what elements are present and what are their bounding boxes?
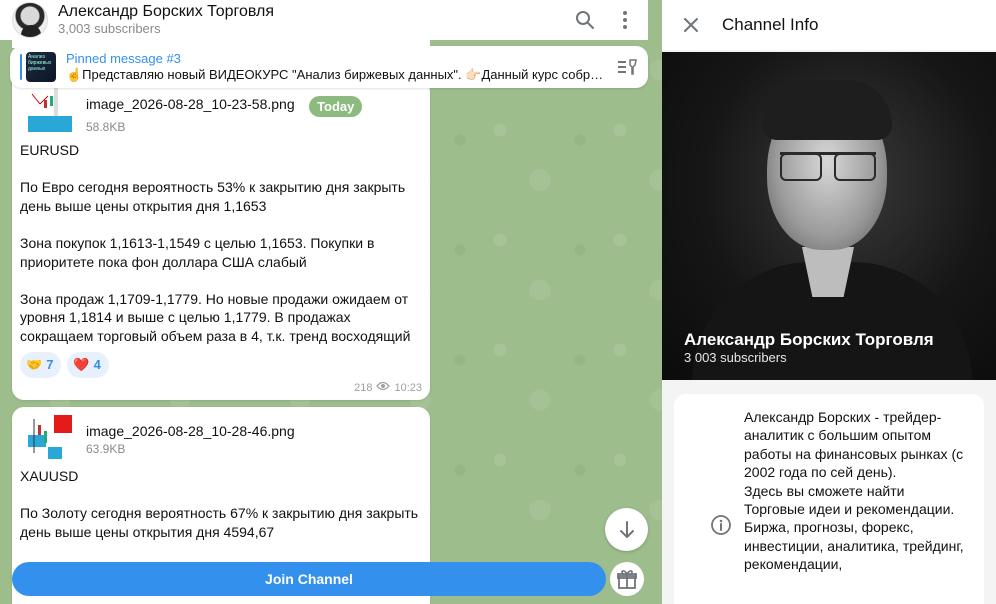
message-time: 10:23 bbox=[394, 381, 422, 394]
channel-photo[interactable]: Александр Борских Торговля 3 003 subscri… bbox=[662, 52, 996, 380]
file-thumbnail[interactable] bbox=[26, 86, 74, 134]
chat-area: Александр Борских Торговля 3,003 subscri… bbox=[0, 0, 662, 604]
message-text: XAUUSD По Золоту сегодня вероятность 67%… bbox=[20, 468, 419, 540]
info-channel-name: Александр Борских Торговля bbox=[684, 330, 934, 349]
file-info: image_2026-08-28_10-28-46.png 63.9KB bbox=[86, 413, 295, 457]
header-actions bbox=[574, 9, 636, 31]
file-thumbnail[interactable] bbox=[26, 413, 74, 461]
reactions: 🤝 7 ❤️ 4 bbox=[20, 351, 422, 378]
gift-button[interactable] bbox=[610, 562, 644, 596]
file-size: 63.9KB bbox=[86, 442, 126, 456]
arrow-down-icon bbox=[619, 520, 634, 538]
date-badge: Today bbox=[309, 96, 363, 117]
file-attachment[interactable]: image_2026-08-28_10-28-46.png 63.9KB bbox=[26, 413, 422, 461]
file-info: image_2026-08-28_10-23-58.png Today 58.8… bbox=[86, 86, 363, 135]
photo-figure-hair bbox=[762, 80, 892, 140]
info-subscribers: 3 003 subscribers bbox=[684, 350, 787, 365]
gift-icon bbox=[617, 570, 637, 589]
chat-header[interactable]: Александр Борских Торговля 3,003 subscri… bbox=[0, 0, 648, 40]
file-size: 58.8KB bbox=[86, 120, 126, 134]
info-title: Channel Info bbox=[722, 15, 819, 34]
join-channel-button[interactable]: Join Channel bbox=[12, 562, 606, 596]
message-meta: 218 10:23 bbox=[354, 381, 422, 394]
more-vertical-icon[interactable] bbox=[614, 9, 636, 31]
info-header: Channel Info bbox=[662, 0, 996, 50]
about-text: Александр Борских - трейдер-аналитик с б… bbox=[744, 409, 964, 573]
photo-figure-glasses bbox=[780, 152, 876, 181]
pinned-thumbnail: Анализ биржевых данных bbox=[26, 52, 56, 82]
channel-info-panel: Channel Info Александр Борских Торговля … bbox=[662, 0, 996, 604]
pinned-text: Pinned message #3 ☝️Представляю новый ВИ… bbox=[66, 51, 604, 83]
close-icon[interactable] bbox=[680, 14, 702, 36]
reaction-heart[interactable]: ❤️ 4 bbox=[67, 351, 109, 378]
pinned-message-bar[interactable]: Анализ биржевых данных Pinned message #3… bbox=[10, 46, 648, 88]
pinned-body: ☝️Представляю новый ВИДЕОКУРС "Анализ би… bbox=[66, 67, 604, 82]
about-card: Александр Борских - трейдер-аналитик с б… bbox=[674, 394, 984, 604]
chat-header-text[interactable]: Александр Борских Торговля 3,003 subscri… bbox=[58, 3, 274, 37]
view-count: 218 bbox=[354, 381, 373, 394]
info-icon bbox=[710, 514, 732, 536]
channel-title: Александр Борских Торговля bbox=[58, 3, 275, 20]
handshake-icon: 🤝 bbox=[26, 356, 43, 372]
photo-caption: Александр Борских Торговля 3 003 subscri… bbox=[684, 330, 934, 366]
eye-icon bbox=[376, 381, 391, 394]
scroll-down-button[interactable] bbox=[605, 508, 648, 551]
pinned-indicator bbox=[20, 54, 22, 80]
message-text: EURUSD По Евро сегодня вероятность 53% к… bbox=[20, 142, 411, 344]
reaction-count: 4 bbox=[93, 357, 101, 373]
search-icon[interactable] bbox=[574, 9, 596, 31]
channel-avatar[interactable] bbox=[12, 2, 48, 38]
heart-icon: ❤️ bbox=[73, 356, 90, 372]
pin-list-icon[interactable] bbox=[614, 54, 640, 80]
subscriber-count: 3,003 subscribers bbox=[58, 21, 161, 36]
reaction-count: 7 bbox=[46, 357, 54, 373]
pinned-title: Pinned message #3 bbox=[66, 51, 181, 66]
file-attachment[interactable]: image_2026-08-28_10-23-58.png Today 58.8… bbox=[26, 86, 422, 135]
file-name: image_2026-08-28_10-28-46.png bbox=[86, 423, 295, 439]
message-bubble[interactable]: image_2026-08-28_10-23-58.png Today 58.8… bbox=[12, 80, 430, 400]
file-name: image_2026-08-28_10-23-58.png bbox=[86, 96, 295, 112]
reaction-handshake[interactable]: 🤝 7 bbox=[20, 351, 62, 378]
